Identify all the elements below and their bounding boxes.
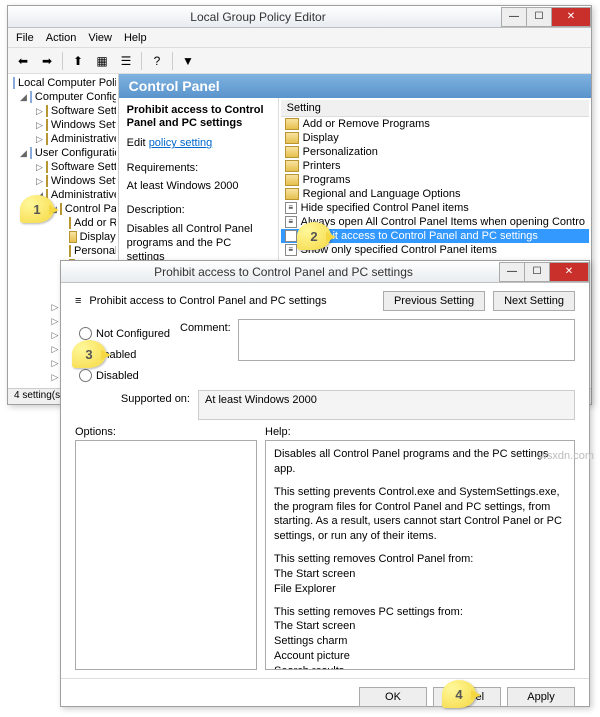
list-item[interactable]: Regional and Language Options [281, 187, 589, 201]
callout-2: 2 [297, 222, 331, 250]
callout-1: 1 [20, 195, 54, 223]
tree-item[interactable]: Display [80, 231, 116, 243]
folder-icon [285, 118, 299, 130]
help-label: Help: [265, 426, 291, 438]
apply-button[interactable]: Apply [507, 687, 575, 707]
radio-disabled[interactable]: Disabled [79, 369, 170, 382]
policy-icon [13, 77, 15, 89]
description-text: Disables all Control Panel programs and … [127, 222, 270, 265]
callout-3: 3 [72, 340, 106, 368]
folder-icon [46, 175, 48, 187]
tree-root[interactable]: Local Computer Policy [18, 77, 116, 89]
help-pane[interactable]: Disables all Control Panel programs and … [265, 440, 575, 670]
ok-button[interactable]: OK [359, 687, 427, 707]
tree-item[interactable]: Software Settings [51, 161, 116, 173]
menu-view[interactable]: View [88, 32, 112, 44]
maximize-button[interactable]: ☐ [526, 7, 552, 27]
properties-button[interactable]: ☰ [115, 50, 137, 72]
list-item[interactable]: Display [281, 131, 589, 145]
options-pane[interactable] [75, 440, 257, 670]
section-header: Control Panel [119, 74, 591, 98]
show-hide-button[interactable]: ▦ [91, 50, 113, 72]
list-item[interactable]: Programs [281, 173, 589, 187]
tree-item[interactable]: Software Settings [51, 105, 116, 117]
supported-value: At least Windows 2000 [198, 390, 575, 420]
folder-icon [285, 160, 299, 172]
folder-icon [46, 133, 48, 145]
help-text: Disables all Control Panel programs and … [274, 447, 566, 477]
tree-item[interactable]: Personalizatio [74, 245, 116, 257]
menu-file[interactable]: File [16, 32, 34, 44]
up-button[interactable]: ⬆ [67, 50, 89, 72]
next-setting-button[interactable]: Next Setting [493, 291, 575, 311]
folder-icon [285, 174, 299, 186]
tree-control-panel[interactable]: Control Panel [65, 203, 116, 215]
maximize-button[interactable]: ☐ [524, 262, 550, 282]
folder-icon [46, 105, 48, 117]
folder-icon [69, 231, 77, 243]
menu-help[interactable]: Help [124, 32, 147, 44]
policy-setting-link[interactable]: policy setting [149, 137, 213, 149]
back-button[interactable]: ⬅ [12, 50, 34, 72]
close-button[interactable]: ✕ [549, 262, 589, 282]
list-item[interactable]: Printers [281, 159, 589, 173]
help-text: This setting removes Control Panel from:… [274, 552, 566, 597]
folder-icon [46, 119, 48, 131]
tree-item[interactable]: Windows Settings [51, 119, 116, 131]
folder-icon [285, 146, 299, 158]
comment-textarea[interactable] [238, 319, 575, 361]
watermark: wsxdn.com [539, 450, 594, 462]
callout-4: 4 [442, 680, 476, 708]
setting-icon: ≡ [285, 230, 297, 242]
setting-icon: ≡ [75, 295, 81, 307]
help-text: This setting prevents Control.exe and Sy… [274, 485, 566, 544]
tree-cc[interactable]: Computer Configuration [35, 91, 116, 103]
dialog-titlebar[interactable]: Prohibit access to Control Panel and PC … [61, 261, 589, 283]
folder-icon [69, 245, 71, 257]
description-label: Description: [127, 203, 270, 217]
setting-icon: ≡ [285, 202, 297, 214]
window-title: Local Group Policy Editor [14, 10, 502, 24]
column-header[interactable]: Setting [281, 100, 589, 117]
titlebar[interactable]: Local Group Policy Editor — ☐ ✕ [8, 6, 591, 28]
minimize-button[interactable]: — [501, 7, 527, 27]
supported-label: Supported on: [75, 390, 190, 420]
menubar: File Action View Help [8, 28, 591, 48]
folder-icon [69, 217, 71, 229]
previous-setting-button[interactable]: Previous Setting [383, 291, 485, 311]
user-icon [30, 147, 32, 159]
dialog-title: Prohibit access to Control Panel and PC … [67, 265, 500, 279]
folder-icon [285, 132, 299, 144]
policy-dialog: Prohibit access to Control Panel and PC … [60, 260, 590, 707]
menu-action[interactable]: Action [46, 32, 77, 44]
tree-item[interactable]: Add or Remov [74, 217, 116, 229]
tree-item[interactable]: Administrative Templ [51, 133, 116, 145]
setting-title: Prohibit access to Control Panel and PC … [127, 104, 270, 130]
list-item[interactable]: Personalization [281, 145, 589, 159]
setting-icon: ≡ [285, 216, 297, 228]
dialog-subtitle: Prohibit access to Control Panel and PC … [89, 295, 375, 307]
radio-not-configured[interactable]: Not Configured [79, 327, 170, 340]
minimize-button[interactable]: — [499, 262, 525, 282]
help-button[interactable]: ? [146, 50, 168, 72]
tree-uc[interactable]: User Configuration [35, 147, 116, 159]
setting-icon: ≡ [285, 244, 297, 256]
close-button[interactable]: ✕ [551, 7, 591, 27]
list-item[interactable]: Add or Remove Programs [281, 117, 589, 131]
folder-icon [285, 188, 299, 200]
edit-label: Edit [127, 137, 146, 149]
list-item[interactable]: ≡Hide specified Control Panel items [281, 201, 589, 215]
computer-icon [30, 91, 32, 103]
filter-button[interactable]: ▼ [177, 50, 199, 72]
help-text: This setting removes PC settings from: T… [274, 605, 566, 670]
folder-icon [46, 161, 48, 173]
toolbar: ⬅ ➡ ⬆ ▦ ☰ ? ▼ [8, 48, 591, 74]
tree-item[interactable]: Windows Settings [51, 175, 116, 187]
requirements-value: At least Windows 2000 [127, 179, 270, 193]
tree-item[interactable]: Administrative Templ [51, 189, 116, 201]
forward-button[interactable]: ➡ [36, 50, 58, 72]
comment-label: Comment: [180, 319, 230, 361]
requirements-label: Requirements: [127, 161, 270, 175]
options-label: Options: [75, 426, 265, 438]
